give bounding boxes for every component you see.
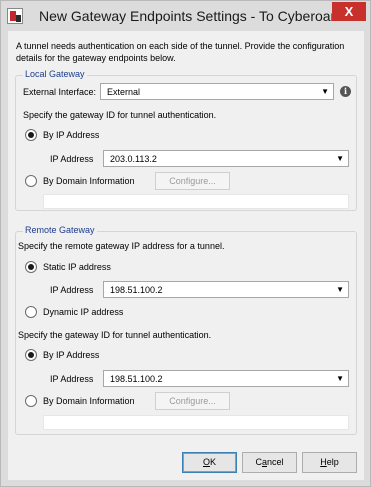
chevron-down-icon: ▼ (336, 154, 344, 163)
remote-gateway-group: Remote Gateway Specify the remote gatewa… (15, 225, 357, 435)
remote-by-domain-radio[interactable] (25, 395, 37, 407)
chevron-down-icon: ▼ (336, 374, 344, 383)
remote-ip-address-label: IP Address (50, 285, 94, 295)
remote-id-ip-address-label: IP Address (50, 374, 94, 384)
local-by-domain-label[interactable]: By Domain Information (43, 176, 135, 186)
help-label: elp (326, 457, 339, 467)
remote-specify-id-text: Specify the gateway ID for tunnel authen… (18, 330, 212, 340)
local-gateway-group: Local Gateway External Interface: Extern… (15, 69, 357, 211)
chevron-down-icon: ▼ (336, 285, 344, 294)
remote-id-ip-address-select[interactable]: 198.51.100.2 ▼ (103, 370, 349, 387)
info-icon[interactable]: i (340, 86, 351, 97)
dialog-window: New Gateway Endpoints Settings - To Cybe… (0, 0, 371, 487)
window-title: New Gateway Endpoints Settings - To Cybe… (39, 8, 343, 24)
remote-specify-ip-text: Specify the remote gateway IP address fo… (18, 241, 225, 251)
static-ip-radio[interactable] (25, 261, 37, 273)
local-by-ip-radio[interactable] (25, 129, 37, 141)
local-ip-address-select[interactable]: 203.0.113.2 ▼ (103, 150, 349, 167)
local-domain-info-field (43, 194, 349, 209)
local-ip-address-value: 203.0.113.2 (110, 154, 157, 164)
local-configure-button[interactable]: Configure... (155, 172, 230, 190)
remote-id-ip-address-value: 198.51.100.2 (110, 374, 163, 384)
cancel-button[interactable]: Cancel (242, 452, 297, 473)
local-specify-id-text: Specify the gateway ID for tunnel authen… (23, 110, 217, 120)
external-interface-label: External Interface: (23, 87, 97, 97)
ok-button[interactable]: OK (182, 452, 237, 473)
ok-label: K (210, 457, 217, 467)
remote-configure-button[interactable]: Configure... (155, 392, 230, 410)
help-button[interactable]: Help (302, 452, 357, 473)
local-gateway-label: Local Gateway (23, 69, 87, 79)
intro-text: A tunnel needs authentication on each si… (16, 41, 345, 63)
external-interface-select[interactable]: External ▼ (100, 83, 334, 100)
dynamic-ip-radio[interactable] (25, 306, 37, 318)
static-ip-label[interactable]: Static IP address (43, 262, 111, 272)
remote-by-domain-label[interactable]: By Domain Information (43, 396, 135, 406)
local-by-ip-label[interactable]: By IP Address (43, 130, 99, 140)
local-ip-address-label: IP Address (50, 154, 94, 164)
dynamic-ip-label[interactable]: Dynamic IP address (43, 307, 123, 317)
ok-mnemonic: O (202, 457, 210, 467)
external-interface-value: External (107, 87, 141, 97)
local-by-domain-radio[interactable] (25, 175, 37, 187)
remote-domain-info-field (43, 415, 349, 430)
dialog-body: A tunnel needs authentication on each si… (8, 31, 364, 480)
remote-by-ip-radio[interactable] (25, 349, 37, 361)
remote-ip-address-value: 198.51.100.2 (110, 285, 163, 295)
cancel-label-rest: ncel (267, 457, 284, 467)
remote-gateway-label: Remote Gateway (23, 225, 97, 235)
close-button[interactable]: X (332, 2, 366, 21)
app-logo-icon (7, 8, 23, 24)
remote-ip-address-select[interactable]: 198.51.100.2 ▼ (103, 281, 349, 298)
title-bar[interactable]: New Gateway Endpoints Settings - To Cybe… (1, 1, 370, 31)
chevron-down-icon: ▼ (321, 87, 329, 96)
remote-by-ip-label[interactable]: By IP Address (43, 350, 99, 360)
